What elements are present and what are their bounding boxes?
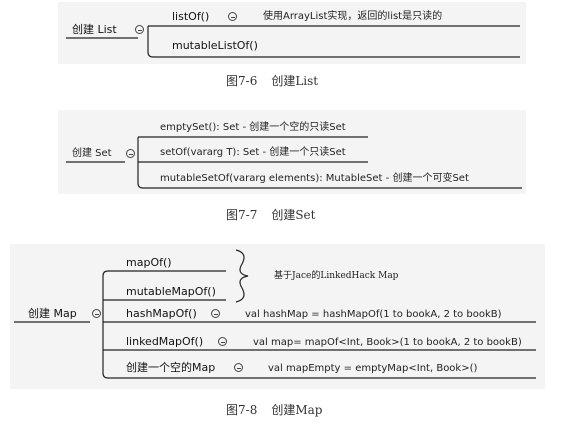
list-item-label: mutableListOf() [172,39,258,52]
figure-caption-text: 创建Map [271,403,323,417]
map-item-note: val mapEmpty = emptyMap<Int, Book>() [268,363,478,374]
figure-caption-text: 创建List [271,74,319,88]
map-item-label: hashMapOf() [126,307,197,320]
map-branch-connector [102,270,226,277]
figure-number: 图7-7 [226,208,258,222]
minus-circle-icon[interactable] [228,12,237,21]
list-root-label: 创建 List [72,23,117,36]
minus-circle-icon[interactable] [135,25,144,34]
figure-number: 图7-8 [226,403,258,417]
map-item-label: 创建一个空的Map [126,361,216,374]
map-root-label: 创建 Map [28,307,77,320]
minus-circle-icon[interactable] [218,337,227,346]
brace-note: 基于Jace的LinkedHack Map [274,271,399,281]
minus-circle-icon[interactable] [211,309,220,318]
map-item-note: val hashMap = hashMapOf(1 to bookA, 2 to… [245,309,502,320]
map-item-label: mapOf() [126,256,172,269]
figure-caption: 图7-6 创建List [226,74,318,88]
list-item-label: listOf() [172,10,210,23]
minus-circle-icon[interactable] [126,149,135,158]
map-item-label: linkedMapOf() [126,335,204,348]
minus-circle-icon[interactable] [92,309,101,318]
minus-circle-icon[interactable] [234,363,243,372]
map-item-label: mutableMapOf() [126,285,216,298]
set-item-label: emptySet(): Set - 创建一个空的只读Set [160,122,346,133]
figure-caption: 图7-8 创建Map [226,403,322,417]
map-item-note: val map= mapOf<Int, Book>(1 to bookA, 2 … [253,337,522,348]
set-root-label: 创建 Set [72,148,112,159]
curly-brace-icon [235,249,249,303]
set-item-label: mutableSetOf(vararg elements): MutableSe… [160,173,469,184]
figure-caption-text: 创建Set [271,208,316,222]
figure-number: 图7-6 [226,74,258,88]
list-item-note: 使用ArrayList实现，返回的list是只读的 [263,11,443,22]
figure-caption: 图7-7 创建Set [226,208,315,222]
set-item-label: setOf(vararg T): Set - 创建一个只读Set [160,147,346,158]
